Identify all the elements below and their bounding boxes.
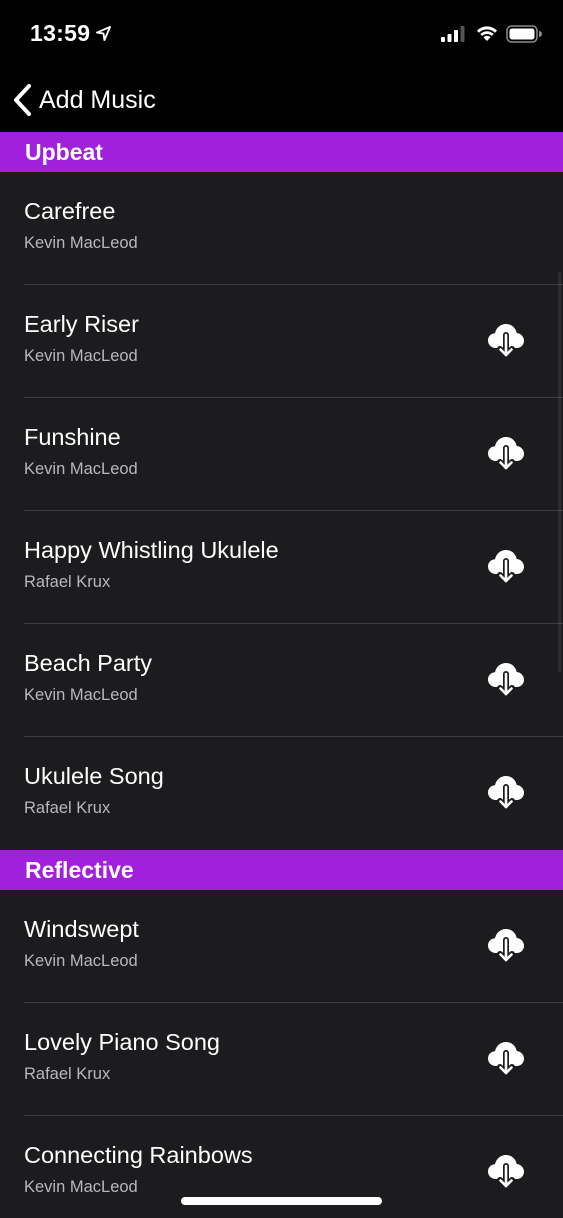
scroll-indicator[interactable] xyxy=(558,272,561,672)
track-artist: Kevin MacLeod xyxy=(24,686,138,704)
track-title: Early Riser xyxy=(24,311,139,337)
track-row[interactable]: Ukulele Song Rafael Krux xyxy=(24,737,563,850)
cellular-signal-icon xyxy=(441,26,465,42)
track-title: Funshine xyxy=(24,424,121,450)
cloud-download-icon[interactable] xyxy=(487,1152,525,1190)
track-title: Windswept xyxy=(24,916,139,942)
section-header-reflective: Reflective xyxy=(0,850,563,890)
track-row[interactable]: Carefree Kevin MacLeod xyxy=(24,172,563,285)
track-row[interactable]: Funshine Kevin MacLeod xyxy=(24,398,563,511)
track-title: Connecting Rainbows xyxy=(24,1142,253,1168)
cloud-download-icon[interactable] xyxy=(487,926,525,964)
track-artist: Rafael Krux xyxy=(24,573,111,591)
track-title: Ukulele Song xyxy=(24,763,164,789)
track-title: Beach Party xyxy=(24,650,153,676)
status-bar: 13:59 xyxy=(0,0,563,70)
track-row[interactable]: Happy Whistling Ukulele Rafael Krux xyxy=(24,511,563,624)
cloud-download-icon[interactable] xyxy=(487,321,525,359)
track-row[interactable]: Lovely Piano Song Rafael Krux xyxy=(24,1003,563,1116)
status-time: 13:59 xyxy=(30,20,91,46)
battery-icon xyxy=(506,25,542,43)
track-row[interactable]: Windswept Kevin MacLeod xyxy=(24,890,563,1003)
section-header-upbeat: Upbeat xyxy=(0,132,563,172)
track-row[interactable]: Early Riser Kevin MacLeod xyxy=(24,285,563,398)
music-list[interactable]: Upbeat Carefree Kevin MacLeod Early Rise… xyxy=(0,132,563,1218)
back-button[interactable]: Add Music xyxy=(12,82,156,118)
cloud-download-icon[interactable] xyxy=(487,660,525,698)
track-artist: Kevin MacLeod xyxy=(24,347,138,365)
location-arrow-icon xyxy=(96,26,111,41)
track-artist: Kevin MacLeod xyxy=(24,234,138,252)
back-button-label: Add Music xyxy=(39,85,156,114)
section-reflective: Windswept Kevin MacLeod Lovely Piano Son… xyxy=(0,890,563,1218)
cloud-download-icon[interactable] xyxy=(487,434,525,472)
track-artist: Kevin MacLeod xyxy=(24,952,138,970)
track-title: Lovely Piano Song xyxy=(24,1029,220,1055)
cloud-download-icon[interactable] xyxy=(487,547,525,585)
chevron-left-icon xyxy=(14,84,31,116)
navigation-bar: Add Music xyxy=(0,70,563,132)
home-indicator[interactable] xyxy=(181,1197,382,1205)
track-artist: Kevin MacLeod xyxy=(24,460,138,478)
track-title: Happy Whistling Ukulele xyxy=(24,537,279,563)
track-artist: Kevin MacLeod xyxy=(24,1178,138,1196)
cloud-download-icon[interactable] xyxy=(487,773,525,811)
cloud-download-icon[interactable] xyxy=(487,1039,525,1077)
track-artist: Rafael Krux xyxy=(24,799,111,817)
track-row[interactable]: Beach Party Kevin MacLeod xyxy=(24,624,563,737)
track-artist: Rafael Krux xyxy=(24,1065,111,1083)
section-upbeat: Carefree Kevin MacLeod Early Riser Kevin… xyxy=(0,172,563,850)
track-title: Carefree xyxy=(24,198,116,224)
wifi-icon xyxy=(477,26,497,41)
